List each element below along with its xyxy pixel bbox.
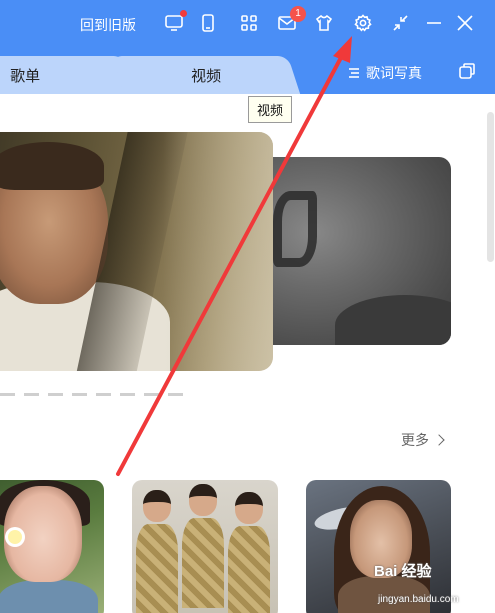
mail-badge: 1	[290, 6, 306, 22]
tab-video-label: 视频	[190, 67, 221, 85]
back-to-old-version-button[interactable]: 回到旧版	[80, 15, 136, 35]
watermark-domain: jingyan.baidu.com	[378, 594, 459, 605]
tab-bar: 歌单 视频 歌词写真	[0, 50, 495, 94]
title-bar: 回到旧版 1	[0, 0, 495, 50]
close-icon[interactable]	[454, 12, 476, 34]
pip-icon[interactable]	[458, 62, 478, 82]
tshirt-skin-icon[interactable]	[313, 12, 335, 34]
notification-dot	[180, 10, 187, 17]
more-label: 更多	[401, 432, 429, 448]
shrink-icon[interactable]	[389, 12, 411, 34]
banner-featured-video[interactable]	[0, 132, 273, 371]
lyrics-photo-label: 歌词写真	[366, 65, 422, 81]
apps-grid-icon[interactable]	[238, 12, 260, 34]
video-card[interactable]	[132, 480, 278, 613]
scrollbar[interactable]	[487, 112, 494, 262]
gear-icon[interactable]	[352, 12, 374, 34]
video-card[interactable]	[0, 480, 104, 613]
phone-icon[interactable]	[197, 12, 219, 34]
list-icon	[349, 68, 359, 78]
watermark-logo: Bai 经验	[374, 563, 432, 580]
tab-songlist-label: 歌单	[10, 67, 41, 85]
minimize-icon[interactable]	[423, 12, 445, 34]
lyrics-photo-button[interactable]: 歌词写真	[347, 63, 422, 83]
tooltip: 视频	[248, 96, 293, 123]
chevron-right-icon	[433, 434, 445, 446]
tab-video[interactable]: 视频	[111, 56, 301, 94]
monitor-icon[interactable]	[163, 10, 187, 34]
more-link[interactable]: 更多	[401, 430, 445, 450]
mail-icon[interactable]: 1	[276, 6, 306, 34]
carousel-indicator[interactable]	[0, 393, 183, 396]
banner-ink-painting[interactable]	[255, 157, 451, 345]
